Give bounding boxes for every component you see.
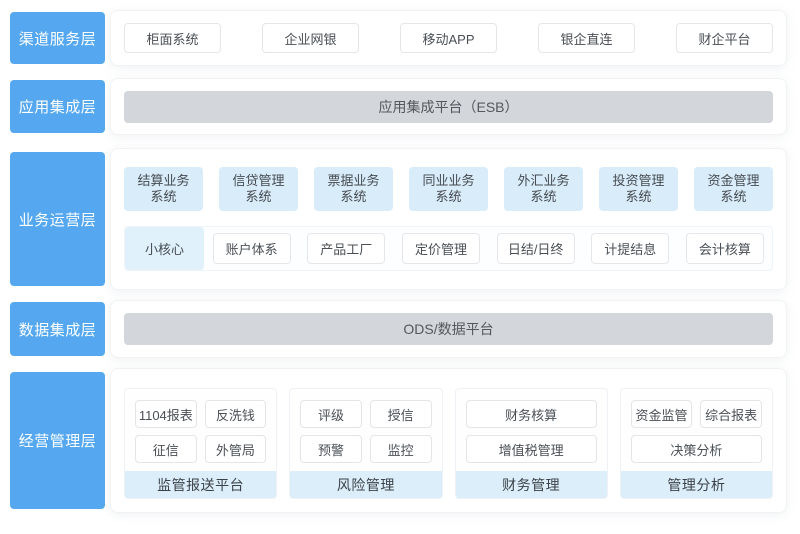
layer-row-data: 数据集成层 ODS/数据平台 xyxy=(10,300,787,358)
group-risk-body: 评级 授信 预警 监控 xyxy=(290,389,441,471)
core-box-interest-accrual: 计提结息 xyxy=(591,233,669,264)
layer-card-channel: 柜面系统 企业网银 移动APP 银企直连 财企平台 xyxy=(110,10,787,66)
layer-card-integration: 应用集成平台（ESB） xyxy=(110,78,787,135)
group-title-risk-management: 风险管理 xyxy=(290,471,441,498)
layer-card-data: ODS/数据平台 xyxy=(110,300,787,358)
group-regulatory-body: 1104报表 反洗钱 征信 外管局 xyxy=(125,389,276,471)
system-box-credit: 信贷管理 系统 xyxy=(219,167,298,211)
mgmt-box-financial-accounting: 财务核算 xyxy=(466,400,597,428)
core-box-end-of-day: 日结/日终 xyxy=(497,233,575,264)
system-box-interbank: 同业业务 系统 xyxy=(409,167,488,211)
channel-box-bank-enterprise-link: 银企直连 xyxy=(538,23,635,53)
mgmt-box-1104-report: 1104报表 xyxy=(135,400,197,428)
mgmt-box-comprehensive-report: 综合报表 xyxy=(700,400,762,428)
layer-label-channel: 渠道服务层 xyxy=(10,12,105,64)
group-title-regulatory-reporting: 监管报送平台 xyxy=(125,471,276,498)
core-box-product-factory: 产品工厂 xyxy=(307,233,385,264)
layer-row-channel: 渠道服务层 柜面系统 企业网银 移动APP 银企直连 财企平台 xyxy=(10,10,787,66)
mgmt-box-safe-admin: 外管局 xyxy=(205,435,267,463)
channel-box-counter-system: 柜面系统 xyxy=(124,23,221,53)
mgmt-box-rating: 评级 xyxy=(300,400,362,428)
mgmt-box-credit-granting: 授信 xyxy=(370,400,432,428)
group-management-analysis: 资金监管 综合报表 决策分析 管理分析 xyxy=(620,388,773,499)
mgmt-box-early-warning: 预警 xyxy=(300,435,362,463)
system-box-bills: 票据业务 系统 xyxy=(314,167,393,211)
layer-card-business: 结算业务 系统 信贷管理 系统 票据业务 系统 同业业务 系统 外汇业务 系统 … xyxy=(110,148,787,290)
mgmt-box-monitoring: 监控 xyxy=(370,435,432,463)
layer-label-management: 经营管理层 xyxy=(10,372,105,509)
mgmt-box-decision-analysis: 决策分析 xyxy=(631,435,762,463)
channel-box-corporate-ebank: 企业网银 xyxy=(262,23,359,53)
core-banking-row: 小核心 账户体系 产品工厂 定价管理 日结/日终 计提结息 会计核算 xyxy=(124,226,773,271)
mgmt-box-credit-reference: 征信 xyxy=(135,435,197,463)
mgmt-box-anti-money-laundering: 反洗钱 xyxy=(205,400,267,428)
layer-card-management: 1104报表 反洗钱 征信 外管局 监管报送平台 评级 xyxy=(110,368,787,513)
system-box-treasury: 资金管理 系统 xyxy=(694,167,773,211)
system-box-settlement: 结算业务 系统 xyxy=(124,167,203,211)
layer-label-data: 数据集成层 xyxy=(10,302,105,356)
channel-box-mobile-app: 移动APP xyxy=(400,23,497,53)
group-finance-body: 财务核算 增值税管理 xyxy=(456,389,607,471)
group-risk-management: 评级 授信 预警 监控 风险管理 xyxy=(289,388,442,499)
system-box-forex: 外汇业务 系统 xyxy=(504,167,583,211)
business-systems-row: 结算业务 系统 信贷管理 系统 票据业务 系统 同业业务 系统 外汇业务 系统 … xyxy=(124,167,773,211)
channel-box-finance-enterprise-platform: 财企平台 xyxy=(676,23,773,53)
architecture-diagram: 渠道服务层 柜面系统 企业网银 移动APP 银企直连 财企平台 应用集成层 应用… xyxy=(0,0,800,534)
core-box-accounting: 会计核算 xyxy=(686,233,764,264)
group-title-management-analysis: 管理分析 xyxy=(621,471,772,498)
management-groups: 1104报表 反洗钱 征信 外管局 监管报送平台 评级 xyxy=(124,388,773,499)
layer-row-management: 经营管理层 1104报表 反洗钱 征信 外管局 监管报送平台 xyxy=(10,368,787,513)
mgmt-box-vat-management: 增值税管理 xyxy=(466,435,597,463)
ods-platform-bar: ODS/数据平台 xyxy=(124,313,773,345)
group-analysis-body: 资金监管 综合报表 决策分析 xyxy=(621,389,772,471)
esb-platform-bar: 应用集成平台（ESB） xyxy=(124,91,773,123)
core-highlight-box: 小核心 xyxy=(125,227,204,270)
core-box-pricing-management: 定价管理 xyxy=(402,233,480,264)
group-title-finance-management: 财务管理 xyxy=(456,471,607,498)
core-box-account-system: 账户体系 xyxy=(213,233,291,264)
layer-row-business: 业务运营层 结算业务 系统 信贷管理 系统 票据业务 系统 同业业务 系统 外汇… xyxy=(10,148,787,290)
layer-row-integration: 应用集成层 应用集成平台（ESB） xyxy=(10,78,787,135)
system-box-investment: 投资管理 系统 xyxy=(599,167,678,211)
group-finance-management: 财务核算 增值税管理 财务管理 xyxy=(455,388,608,499)
mgmt-box-fund-supervision: 资金监管 xyxy=(631,400,693,428)
group-regulatory-reporting: 1104报表 反洗钱 征信 外管局 监管报送平台 xyxy=(124,388,277,499)
layer-label-integration: 应用集成层 xyxy=(10,80,105,133)
layer-label-business: 业务运营层 xyxy=(10,152,105,286)
